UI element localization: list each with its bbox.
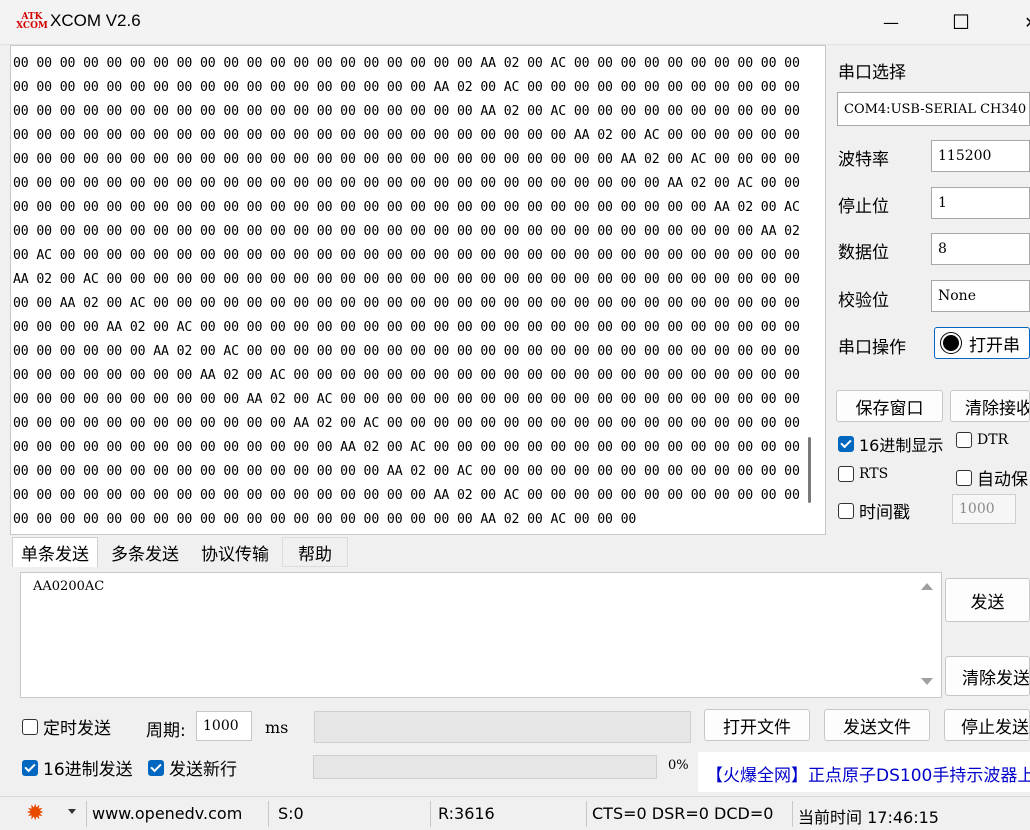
- data-bits-select[interactable]: 8: [931, 233, 1030, 265]
- baud-label: 波特率: [838, 150, 889, 170]
- dtr-label: DTR: [977, 432, 1009, 448]
- send-button[interactable]: 发送: [945, 578, 1030, 622]
- open-port-label: 打开串: [969, 335, 1020, 356]
- send-newline-checkbox[interactable]: [148, 759, 164, 776]
- timestamp-label: 时间戳: [859, 503, 910, 523]
- period-label: 周期:: [146, 721, 186, 741]
- maximize-button[interactable]: ☐: [938, 4, 984, 40]
- port-select-label: 串口选择: [838, 63, 906, 83]
- ad-banner[interactable]: 【火爆全网】正点原子DS100手持示波器上: [698, 752, 1030, 792]
- timed-send-option[interactable]: 定时发送: [22, 714, 111, 739]
- rts-checkbox[interactable]: [838, 466, 854, 482]
- close-button[interactable]: ✕: [1008, 4, 1030, 40]
- hex-display-option[interactable]: 16进制显示: [838, 432, 943, 456]
- receive-text: 00 00 00 00 00 00 00 00 00 00 00 00 00 0…: [13, 56, 808, 527]
- app-logo-icon: ATK XCOM: [16, 11, 48, 33]
- receive-textarea[interactable]: 00 00 00 00 00 00 00 00 00 00 00 00 00 0…: [10, 45, 826, 535]
- timed-send-checkbox[interactable]: [22, 718, 38, 735]
- minimize-icon: —: [883, 12, 899, 32]
- hex-display-checkbox[interactable]: [838, 436, 854, 452]
- rts-option[interactable]: RTS: [838, 466, 888, 482]
- period-unit: ms: [265, 718, 289, 737]
- window-title: XCOM V2.6: [50, 11, 141, 30]
- maximize-icon: ☐: [952, 10, 970, 34]
- auto-save-checkbox[interactable]: [956, 469, 972, 486]
- open-file-button[interactable]: 打开文件: [704, 709, 810, 741]
- timed-send-label: 定时发送: [43, 719, 111, 739]
- received-count: R:3616: [438, 804, 495, 823]
- baud-select[interactable]: 115200: [931, 140, 1030, 172]
- receive-scrollbar[interactable]: [808, 437, 811, 503]
- port-status-icon: [941, 333, 961, 353]
- logo-text-bottom: XCOM: [16, 21, 48, 31]
- dtr-checkbox[interactable]: [956, 432, 972, 448]
- auto-save-label: 自动保: [977, 470, 1028, 490]
- progress-text: 0%: [668, 758, 689, 773]
- sent-count: S:0: [278, 804, 304, 823]
- port-operation-label: 串口操作: [838, 338, 906, 358]
- auto-save-option[interactable]: 自动保: [956, 465, 1028, 490]
- scroll-up-icon[interactable]: [921, 583, 933, 590]
- stop-bits-select[interactable]: 1: [931, 187, 1030, 219]
- line-status: CTS=0 DSR=0 DCD=0: [592, 804, 774, 823]
- dropdown-chevron-icon[interactable]: [68, 809, 76, 814]
- period-input[interactable]: 1000: [196, 711, 252, 741]
- port-select[interactable]: COM4:USB-SERIAL CH340: [837, 92, 1030, 126]
- hex-send-checkbox[interactable]: [22, 759, 38, 776]
- hex-display-label: 16进制显示: [859, 436, 944, 455]
- stop-send-button[interactable]: 停止发送: [944, 709, 1030, 741]
- parity-label: 校验位: [838, 291, 889, 311]
- send-newline-label: 发送新行: [169, 760, 237, 780]
- tab-multi-send[interactable]: 多条发送: [102, 537, 188, 567]
- send-progress-bar: [313, 755, 657, 779]
- tab-single-send[interactable]: 单条发送: [12, 537, 98, 567]
- close-icon: ✕: [1024, 13, 1030, 32]
- send-text: AA0200AC: [33, 579, 105, 594]
- send-file-button[interactable]: 发送文件: [824, 709, 930, 741]
- tab-help[interactable]: 帮助: [282, 537, 348, 567]
- data-bits-label: 数据位: [838, 243, 889, 263]
- save-window-button[interactable]: 保存窗口: [836, 390, 943, 422]
- parity-select[interactable]: None: [931, 280, 1030, 312]
- clear-receive-button[interactable]: 清除接收: [950, 390, 1030, 422]
- status-bar: ✹ www.openedv.com S:0 R:3616 CTS=0 DSR=0…: [0, 796, 1030, 830]
- minimize-button[interactable]: —: [868, 4, 914, 40]
- title-bar: ATK XCOM XCOM V2.6 — ☐ ✕: [0, 0, 1030, 45]
- dtr-option[interactable]: DTR: [956, 432, 1008, 448]
- current-time: 当前时间 17:46:15: [798, 808, 939, 827]
- settings-gear-icon[interactable]: ✹: [26, 801, 44, 826]
- timestamp-interval-input[interactable]: 1000: [952, 494, 1016, 524]
- rts-label: RTS: [859, 466, 889, 482]
- open-port-button[interactable]: 打开串: [934, 327, 1030, 359]
- clear-send-button[interactable]: 清除发送: [945, 656, 1030, 696]
- hex-send-option[interactable]: 16进制发送: [22, 755, 133, 780]
- timestamp-option[interactable]: 时间戳: [838, 498, 910, 523]
- tab-protocol[interactable]: 协议传输: [192, 537, 278, 567]
- send-scrollbar[interactable]: [913, 573, 939, 695]
- ad-link[interactable]: 【火爆全网】正点原子DS100手持示波器上: [706, 761, 1030, 786]
- scroll-down-icon[interactable]: [921, 678, 933, 685]
- send-newline-option[interactable]: 发送新行: [148, 755, 237, 780]
- stop-bits-label: 停止位: [838, 197, 889, 217]
- website-link[interactable]: www.openedv.com: [92, 804, 242, 823]
- timestamp-checkbox[interactable]: [838, 502, 854, 519]
- file-path-field[interactable]: [314, 711, 691, 743]
- hex-send-label: 16进制发送: [43, 760, 133, 780]
- send-textarea[interactable]: AA0200AC: [20, 572, 942, 698]
